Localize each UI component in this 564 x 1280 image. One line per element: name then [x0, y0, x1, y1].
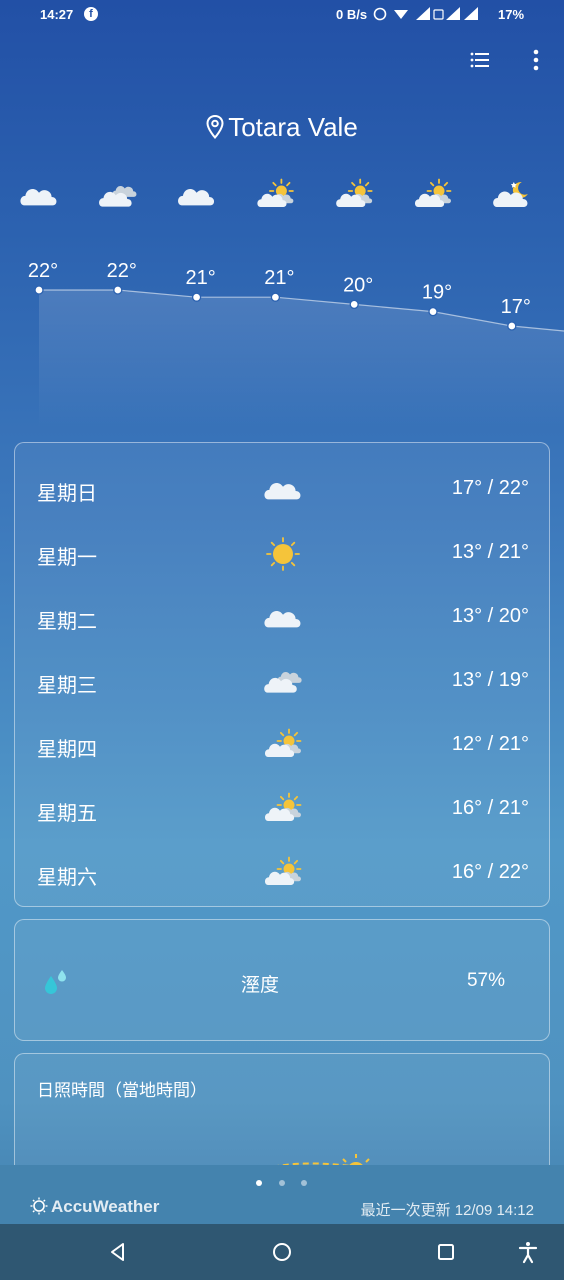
hourly-point: [191, 292, 202, 302]
hourly-temp: 19°: [422, 282, 452, 304]
hourly-point: [270, 292, 281, 302]
hourly-temp: 22°: [107, 260, 137, 282]
humidity-panel: 溼度 57%: [14, 919, 550, 1041]
hourly-weather-icon-cloudy: [20, 189, 57, 206]
temp-range: 17° / 22°: [451, 477, 529, 499]
brand-name: AccuWeather: [51, 1197, 160, 1216]
temp-range: 12° / 21°: [451, 733, 529, 755]
day-name: 星期日: [37, 483, 97, 505]
day-name: 星期二: [37, 611, 97, 633]
day-name: 星期五: [37, 803, 97, 825]
temp-range: 13° / 21°: [451, 541, 529, 563]
hourly-point: [113, 285, 123, 295]
page-dot: [301, 1180, 307, 1186]
status-bar: 14:27 f 0 B/s 17%: [0, 0, 564, 30]
temp-range: 13° / 19°: [451, 669, 529, 691]
sunshine-title: 日照時間（當地時間）: [37, 1081, 207, 1100]
location-pin-icon: [206, 115, 224, 139]
volte-icon: [433, 9, 444, 20]
hourly-weather-icon-partly-sunny: [257, 178, 294, 207]
daily-row[interactable]: 星期二 13° / 20°: [15, 585, 549, 649]
alarm-icon: [373, 7, 387, 21]
hourly-weather-icon-partly-sunny: [336, 178, 373, 207]
daily-forecast-panel[interactable]: 星期日 17° / 22° 星期一 13° / 21° 星期二 13° / 20° 星期三 1…: [14, 442, 550, 907]
location-name: Totara Vale: [228, 112, 358, 142]
humidity-drops-icon: [45, 970, 66, 994]
more-options-icon[interactable]: [524, 48, 548, 72]
battery-level: 17%: [498, 7, 525, 22]
hourly-point: [349, 299, 359, 310]
cloudy-icon: [264, 611, 301, 628]
humidity-label: 溼度: [241, 975, 280, 996]
hourly-temp: 20°: [343, 274, 373, 296]
status-icons: [373, 7, 478, 21]
mostly-cloudy-icon: [264, 672, 302, 693]
signal-icon-2: [446, 7, 460, 20]
accuweather-logo[interactable]: AccuWeather: [30, 1197, 159, 1217]
page-dot-active: [256, 1180, 262, 1186]
hourly-point: [507, 321, 517, 331]
daily-row[interactable]: 星期三 13° / 19°: [15, 649, 549, 713]
daily-row[interactable]: 星期一 13° / 21°: [15, 521, 549, 585]
recents-icon[interactable]: [434, 1240, 458, 1264]
partly-sunny-icon: [265, 792, 302, 821]
temp-range: 16° / 22°: [451, 861, 529, 883]
daily-row[interactable]: 星期日 17° / 22°: [15, 457, 549, 521]
temp-range: 13° / 20°: [451, 605, 529, 627]
signal-icon: [416, 7, 430, 20]
facebook-icon: f: [84, 7, 98, 21]
hourly-weather-icon-mostly-cloudy: [99, 186, 137, 207]
hourly-forecast[interactable]: 22° 22° 21° 21° 20° 19° 17°: [0, 170, 564, 430]
accuweather-sun-icon: [30, 1197, 48, 1215]
city-list-icon[interactable]: [468, 48, 492, 72]
daily-row[interactable]: 星期四 12° / 21°: [15, 713, 549, 777]
hourly-temp: 21°: [264, 267, 294, 289]
home-icon[interactable]: [270, 1240, 294, 1264]
accessibility-icon[interactable]: [516, 1240, 540, 1264]
page-indicator: [250, 1180, 314, 1190]
hourly-weather-icon-partly-cloudy-night: [493, 181, 528, 207]
navigation-bar: [0, 1224, 564, 1280]
temp-range: 16° / 21°: [451, 797, 529, 819]
partly-sunny-icon: [265, 856, 302, 885]
back-icon[interactable]: [106, 1240, 130, 1264]
status-time: 14:27: [40, 7, 74, 22]
page-dot: [279, 1180, 285, 1186]
humidity-value: 57%: [466, 970, 505, 991]
hourly-temp: 22°: [28, 260, 58, 282]
sunny-icon: [266, 537, 300, 571]
hourly-temp: 21°: [185, 267, 215, 289]
network-speed: 0 B/s: [336, 7, 368, 22]
hourly-weather-icon-partly-sunny: [415, 178, 452, 207]
temperature-area: [39, 290, 564, 430]
daily-row[interactable]: 星期六 16° / 22°: [15, 841, 549, 905]
partly-sunny-icon: [265, 728, 302, 757]
location-title[interactable]: Totara Vale: [0, 112, 564, 143]
last-updated: 最近一次更新 12/09 14:12: [360, 1202, 534, 1219]
day-name: 星期三: [37, 675, 97, 697]
hourly-point: [34, 285, 44, 295]
day-name: 星期一: [37, 547, 97, 569]
day-name: 星期四: [37, 739, 97, 761]
day-name: 星期六: [37, 867, 97, 889]
cloudy-icon: [264, 483, 301, 500]
wifi-icon: [394, 10, 408, 19]
hourly-weather-icon-cloudy: [178, 189, 215, 206]
hourly-temp: 17°: [501, 296, 531, 318]
daily-row[interactable]: 星期五 16° / 21°: [15, 777, 549, 841]
signal-icon-3: [464, 7, 478, 20]
hourly-point: [428, 306, 438, 317]
